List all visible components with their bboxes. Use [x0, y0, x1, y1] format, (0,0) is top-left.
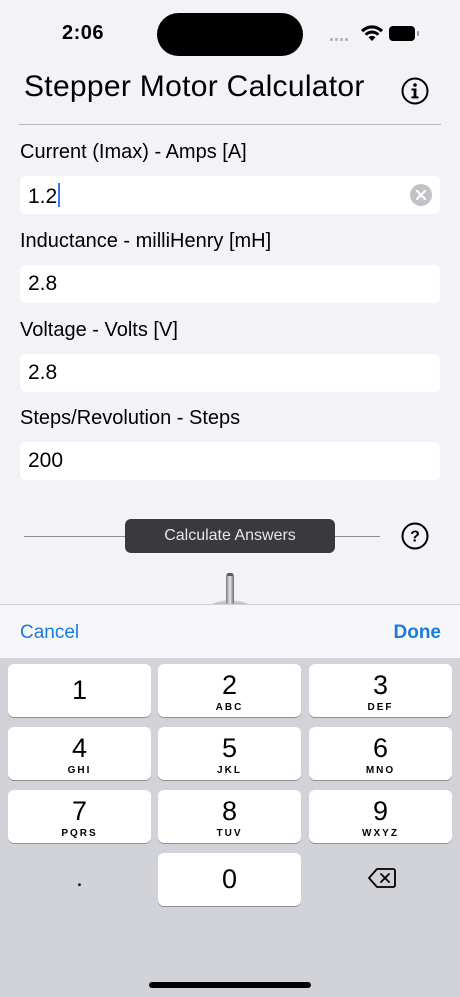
key-9[interactable]: 9 WXYZ: [309, 790, 452, 843]
steps-label: Steps/Revolution - Steps: [20, 407, 241, 429]
battery-icon: [389, 26, 419, 41]
inductance-input[interactable]: 2.8: [20, 265, 440, 303]
status-time: 2:06: [62, 22, 105, 44]
delete-key[interactable]: [309, 853, 452, 906]
clear-x-icon: [415, 189, 427, 201]
voltage-input[interactable]: 2.8: [20, 354, 440, 392]
steps-value: 200: [28, 449, 64, 472]
current-input[interactable]: 1.2: [20, 176, 440, 214]
voltage-value: 2.8: [28, 361, 58, 384]
key-8[interactable]: 8 TUV: [158, 790, 301, 843]
clear-text-button[interactable]: [410, 184, 432, 206]
key-7[interactable]: 7 PQRS: [8, 790, 151, 843]
current-value: 1.2: [28, 183, 61, 209]
page-title: Stepper Motor Calculator: [24, 70, 365, 103]
key-2[interactable]: 2 ABC: [158, 664, 301, 717]
done-button[interactable]: Done: [394, 622, 442, 644]
home-indicator: [149, 982, 311, 988]
separator-line-right: [335, 536, 380, 537]
cancel-button[interactable]: Cancel: [20, 622, 79, 644]
key-0[interactable]: 0: [158, 853, 301, 906]
number-keypad: 1 2 ABC 3 DEF 4 GHI 5 JKL 6 MNO 7 PQRS 8…: [0, 658, 460, 997]
key-5[interactable]: 5 JKL: [158, 727, 301, 780]
text-caret: [58, 183, 61, 207]
status-bar: 2:06: [0, 0, 460, 60]
current-label: Current (Imax) - Amps [A]: [20, 141, 247, 163]
key-1[interactable]: 1: [8, 664, 151, 717]
delete-backspace-icon: [368, 868, 396, 888]
keyboard-toolbar: Cancel Done: [0, 604, 460, 659]
inductance-value: 2.8: [28, 272, 58, 295]
key-4[interactable]: 4 GHI: [8, 727, 151, 780]
separator-line-left: [24, 536, 125, 537]
dynamic-island: [157, 13, 303, 56]
cellular-signal-icon: [330, 33, 354, 41]
wifi-icon: [361, 25, 383, 41]
steps-input[interactable]: 200: [20, 442, 440, 480]
header-divider: [19, 124, 441, 125]
key-decimal[interactable]: .: [8, 853, 151, 906]
info-circle-icon[interactable]: [401, 77, 429, 105]
key-3[interactable]: 3 DEF: [309, 664, 452, 717]
key-6[interactable]: 6 MNO: [309, 727, 452, 780]
question-circle-icon[interactable]: ?: [401, 522, 429, 550]
calculate-answers-button[interactable]: Calculate Answers: [125, 519, 335, 553]
voltage-label: Voltage - Volts [V]: [20, 319, 178, 341]
stepper-motor-image: [208, 573, 252, 606]
inductance-label: Inductance - milliHenry [mH]: [20, 230, 272, 252]
svg-text:?: ?: [410, 529, 420, 546]
